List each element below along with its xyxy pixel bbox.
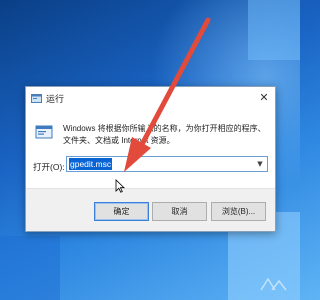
title-bar[interactable]: 运行 ✕: [26, 87, 275, 111]
wallpaper-light-pane: [0, 236, 60, 300]
open-input-value[interactable]: gpedit.msc: [69, 158, 113, 170]
dialog-description: Windows 将根据你所输入的名称，为你打开相应的程序、文件夹、文档或 Int…: [63, 124, 266, 145]
run-program-icon: [35, 125, 53, 139]
dialog-title: 运行: [46, 94, 65, 104]
ok-button[interactable]: 确定: [94, 202, 149, 221]
run-dialog: 运行 ✕ Windows 将根据你所输入的名称，为你打开相应的程序、文件夹、文档…: [25, 86, 276, 232]
open-input[interactable]: gpedit.msc ▼: [66, 156, 268, 172]
chevron-down-icon[interactable]: ▼: [255, 157, 265, 171]
mouse-pointer-icon: [115, 179, 125, 193]
dialog-footer: 确定 取消 浏览(B)...: [26, 188, 275, 231]
run-icon: [31, 94, 42, 103]
browse-button[interactable]: 浏览(B)...: [211, 202, 266, 221]
dialog-content: Windows 将根据你所输入的名称，为你打开相应的程序、文件夹、文档或 Int…: [26, 111, 275, 189]
open-label: 打开(O):: [33, 162, 65, 172]
cancel-button[interactable]: 取消: [152, 202, 207, 221]
wallpaper-light-pane: [248, 0, 300, 60]
close-icon: ✕: [259, 91, 269, 104]
watermark-logo: [260, 277, 287, 291]
close-button[interactable]: ✕: [257, 91, 271, 105]
